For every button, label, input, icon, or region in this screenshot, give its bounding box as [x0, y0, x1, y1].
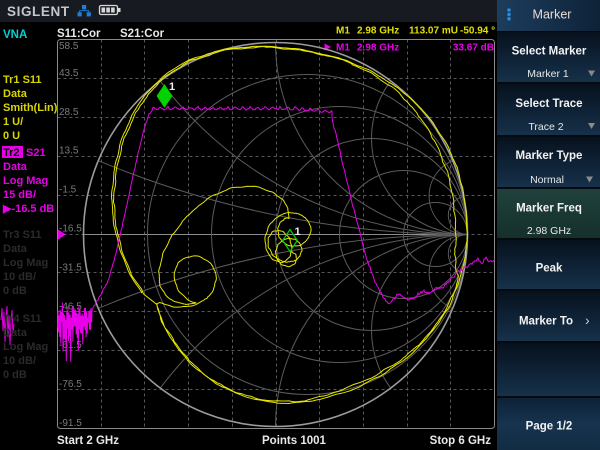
- svg-text:Marker 1: Marker 1: [527, 68, 569, 80]
- svg-text:S11:Cor: S11:Cor: [57, 28, 101, 40]
- svg-text:▶-16.5 dB: ▶-16.5 dB: [2, 203, 54, 215]
- svg-text:15 dB/: 15 dB/: [3, 189, 36, 201]
- svg-text:Tr2: Tr2: [3, 147, 20, 159]
- svg-text:Tr1 S11: Tr1 S11: [3, 74, 42, 86]
- svg-text:Select Trace: Select Trace: [515, 98, 582, 110]
- svg-text:2.98 GHz: 2.98 GHz: [357, 26, 399, 37]
- svg-text:M1: M1: [336, 43, 350, 54]
- svg-text:Tr4 S11: Tr4 S11: [3, 313, 42, 325]
- svg-text:Page 1/2: Page 1/2: [526, 421, 573, 433]
- svg-text:43.5: 43.5: [59, 68, 79, 79]
- svg-text:13.5: 13.5: [59, 146, 79, 157]
- svg-text:10 dB/: 10 dB/: [3, 355, 36, 367]
- svg-text:Normal: Normal: [530, 174, 564, 186]
- svg-text:Log Mag: Log Mag: [3, 257, 48, 269]
- svg-text:Data: Data: [3, 327, 28, 339]
- svg-text:›: ›: [585, 312, 590, 328]
- svg-text:Log Mag: Log Mag: [3, 175, 48, 187]
- svg-text:33.67 dB: 33.67 dB: [453, 43, 494, 54]
- svg-text:1: 1: [169, 81, 175, 93]
- svg-text:VNA: VNA: [3, 29, 27, 41]
- svg-text:Marker Freq: Marker Freq: [516, 203, 582, 215]
- svg-text:1: 1: [295, 226, 301, 238]
- svg-text:Marker To: Marker To: [519, 316, 573, 328]
- svg-text:Peak: Peak: [536, 263, 563, 275]
- svg-text:Start 2 GHz: Start 2 GHz: [57, 435, 119, 447]
- svg-text:-1.5: -1.5: [59, 185, 77, 196]
- svg-text:-91.5: -91.5: [59, 418, 82, 429]
- svg-text:2.98 GHz: 2.98 GHz: [527, 225, 571, 237]
- svg-text:Data: Data: [3, 88, 28, 100]
- svg-text:Data: Data: [3, 243, 28, 255]
- svg-text:1 U/: 1 U/: [3, 116, 23, 128]
- svg-text:Tr3 S11: Tr3 S11: [3, 229, 42, 241]
- svg-text:0 dB: 0 dB: [3, 285, 27, 297]
- svg-text:-31.5: -31.5: [59, 262, 82, 273]
- svg-text:28.5: 28.5: [59, 107, 79, 118]
- svg-text:58.5: 58.5: [59, 41, 79, 52]
- svg-text:Points 1001: Points 1001: [262, 435, 327, 447]
- svg-text:Trace 2: Trace 2: [528, 121, 563, 133]
- svg-text:0 U: 0 U: [3, 130, 20, 142]
- svg-text:Log Mag: Log Mag: [3, 341, 48, 353]
- svg-text:10 dB/: 10 dB/: [3, 271, 36, 283]
- svg-text:Stop 6 GHz: Stop 6 GHz: [430, 435, 492, 447]
- svg-text:Select Marker: Select Marker: [512, 46, 587, 58]
- svg-text:S21: S21: [26, 147, 46, 159]
- svg-text:-76.5: -76.5: [59, 379, 82, 390]
- svg-text:Smith(Lin): Smith(Lin): [3, 102, 58, 114]
- svg-text:S21:Cor: S21:Cor: [120, 28, 165, 40]
- svg-text:Data: Data: [3, 161, 28, 173]
- svg-text:0 dB: 0 dB: [3, 369, 27, 381]
- svg-text:113.07 mU: 113.07 mU: [409, 26, 458, 37]
- svg-text:SIGLENT: SIGLENT: [7, 4, 70, 19]
- svg-text:-50.94 °: -50.94 °: [460, 26, 495, 37]
- svg-text:Marker Type: Marker Type: [516, 150, 583, 162]
- svg-text:M1: M1: [336, 26, 350, 37]
- svg-text:Marker: Marker: [533, 8, 572, 22]
